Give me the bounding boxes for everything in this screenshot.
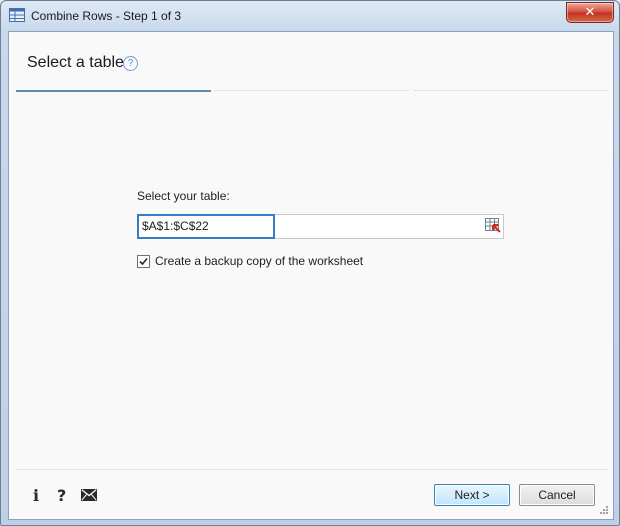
mail-icon[interactable]: [81, 489, 97, 501]
info-icon[interactable]: i: [33, 486, 39, 505]
backup-checkbox[interactable]: [137, 254, 150, 268]
table-range-field[interactable]: [137, 214, 504, 239]
question-icon[interactable]: ?: [57, 486, 66, 505]
dialog-content: Select a table ? Select your table: $A$1…: [8, 31, 614, 520]
dialog-window: Combine Rows - Step 1 of 3 ✕ Select a ta…: [0, 0, 620, 526]
step-indicator-2: [214, 90, 409, 91]
close-icon: ✕: [584, 5, 596, 20]
page-title: Select a table: [27, 54, 124, 71]
window-title: Combine Rows - Step 1 of 3: [31, 9, 182, 23]
next-button[interactable]: Next >: [434, 484, 510, 506]
step-indicator-1: [16, 90, 211, 92]
table-app-icon: [9, 8, 25, 22]
footer-divider: [16, 469, 608, 470]
title-bar[interactable]: Combine Rows - Step 1 of 3 ✕: [1, 1, 619, 31]
backup-checkbox-label[interactable]: Create a backup copy of the worksheet: [155, 254, 363, 268]
table-range-input[interactable]: [137, 214, 275, 239]
cancel-button[interactable]: Cancel: [519, 484, 595, 506]
select-table-label: Select your table:: [137, 189, 230, 203]
step-indicator-3: [413, 90, 608, 91]
close-button[interactable]: ✕: [566, 2, 614, 23]
range-select-icon[interactable]: [485, 218, 501, 234]
backup-checkbox-row[interactable]: Create a backup copy of the worksheet: [137, 254, 363, 268]
help-icon[interactable]: ?: [123, 56, 138, 71]
checkmark-icon: [139, 257, 148, 265]
resize-grip-icon[interactable]: [599, 505, 609, 515]
